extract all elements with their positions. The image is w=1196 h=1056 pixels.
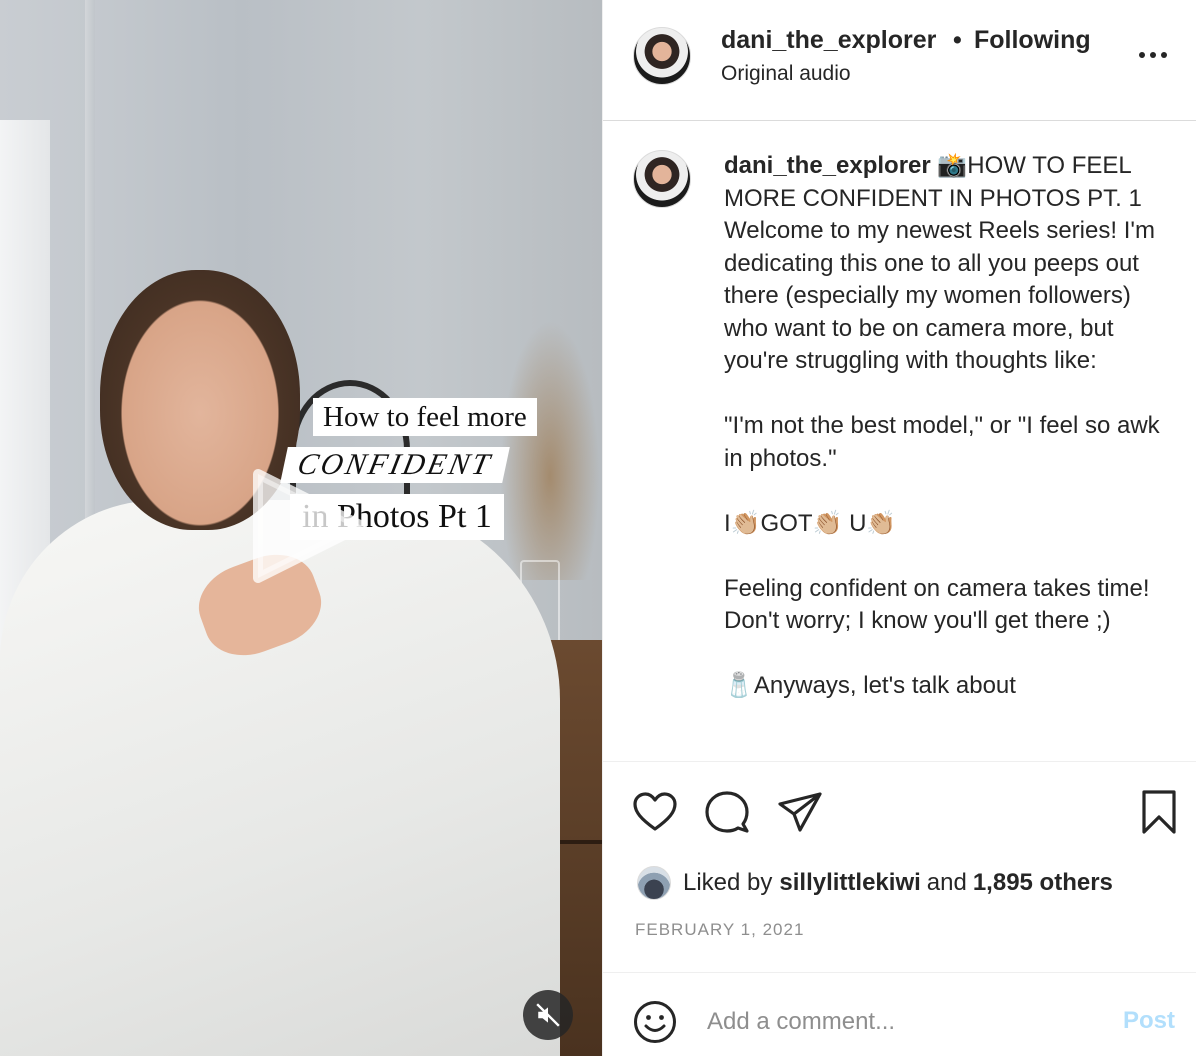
author-avatar[interactable]	[633, 27, 691, 85]
video-overlay-title-line1: How to feel more	[313, 398, 537, 436]
post-comment-button[interactable]: Post	[1123, 1007, 1175, 1035]
heart-icon[interactable]	[631, 788, 679, 836]
reel-video[interactable]: How to feel more CONFIDENT in Photos Pt …	[0, 0, 602, 1056]
play-icon[interactable]	[250, 466, 370, 586]
caption-author-avatar[interactable]	[633, 150, 691, 208]
caption-username-link[interactable]: dani_the_explorer	[724, 152, 931, 179]
more-options-icon[interactable]	[1139, 42, 1173, 68]
caption-paragraph: dani_the_explorer 📸HOW TO FEEL MORE CONF…	[724, 150, 1164, 378]
caption-scroll-area[interactable]: dani_the_explorer 📸HOW TO FEEL MORE CONF…	[603, 122, 1196, 762]
post-date[interactable]: FEBRUARY 1, 2021	[635, 920, 804, 940]
post-header: dani_the_explorer • Following Original a…	[603, 0, 1196, 121]
caption-paragraph: I👏🏼GOT👏🏼 U👏🏼	[724, 509, 897, 537]
following-button[interactable]: Following	[974, 26, 1091, 55]
liker-username-link[interactable]: sillylittlekiwi	[779, 869, 920, 897]
bookmark-icon[interactable]	[1135, 788, 1183, 836]
likes-others-link[interactable]: 1,895 others	[973, 869, 1113, 897]
post-side-panel: dani_the_explorer • Following Original a…	[602, 0, 1196, 1056]
likes-summary: Liked by sillylittlekiwi and 1,895 other…	[637, 864, 1113, 902]
smiley-face-icon[interactable]	[633, 1000, 677, 1044]
author-username-link[interactable]: dani_the_explorer	[721, 26, 936, 55]
post-caption: dani_the_explorer 📸HOW TO FEEL MORE CONF…	[724, 150, 1164, 703]
post-actions-bar	[603, 776, 1196, 846]
caption-paragraph: "I'm not the best model," or "I feel so …	[724, 412, 1160, 472]
paper-plane-icon[interactable]	[776, 788, 824, 836]
caption-paragraph: 🧂Anyways, let's talk about	[724, 672, 1016, 699]
caption-text: 📸HOW TO FEEL MORE CONFIDENT IN PHOTOS PT…	[724, 152, 1155, 374]
header-separator: •	[953, 26, 962, 54]
comment-input[interactable]	[707, 995, 1097, 1049]
mute-toggle-button[interactable]	[523, 990, 573, 1040]
likes-conjunction: and	[926, 869, 967, 896]
likes-prefix: Liked by	[683, 869, 773, 896]
liker-avatar[interactable]	[637, 866, 671, 900]
speaker-muted-icon	[536, 1003, 560, 1027]
comment-bubble-icon[interactable]	[703, 788, 751, 836]
comment-form: Post	[603, 972, 1196, 1056]
audio-link[interactable]: Original audio	[721, 62, 851, 86]
background-pampas-grass	[500, 320, 600, 580]
caption-paragraph: Feeling confident on camera takes time! …	[724, 574, 1150, 635]
